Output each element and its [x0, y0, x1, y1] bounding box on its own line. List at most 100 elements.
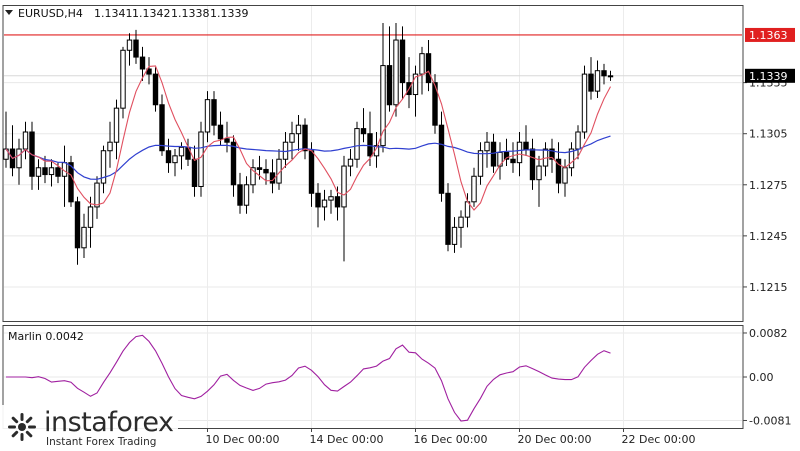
- candle-body: [126, 39, 133, 51]
- candle-body: [594, 70, 601, 92]
- candle-body: [386, 65, 393, 106]
- indicator-axis: 0.0082 0.00 -0.0081: [743, 327, 791, 427]
- candle: [198, 121, 204, 197]
- indicator-tick-label: -0.0081: [749, 414, 791, 427]
- candle-body: [211, 99, 217, 126]
- instaforex-logo-icon: [8, 413, 36, 441]
- candle-body: [16, 148, 22, 169]
- candle-body: [399, 39, 406, 84]
- candle-body: [354, 128, 360, 160]
- price-chart[interactable]: 1.12151.12451.12751.13051.1335 0.00820.0…: [0, 0, 800, 451]
- candle-body: [230, 141, 237, 186]
- candle-body: [425, 53, 432, 84]
- indicator-tick-label: 0.0082: [749, 327, 788, 340]
- candle-body: [393, 39, 399, 106]
- candle-body: [35, 167, 42, 177]
- candle-body: [191, 158, 198, 187]
- candle: [581, 65, 588, 139]
- candle-body: [516, 141, 523, 164]
- time-tick-label: 20 Dec 00:00: [518, 433, 592, 446]
- main-chart-frame: [2, 5, 744, 322]
- price-tick-label: 1.1245: [749, 230, 788, 243]
- candle-body: [42, 167, 48, 176]
- candle-body: [289, 133, 295, 143]
- candle-body: [471, 175, 477, 203]
- candle-body: [94, 182, 100, 208]
- price-axis: 1.12151.12451.12751.13051.1335: [743, 77, 788, 294]
- candle: [152, 67, 159, 112]
- candle-body: [120, 49, 126, 109]
- candle-body: [113, 107, 120, 143]
- current-price-label: 1.1339: [749, 70, 788, 83]
- candle-body: [367, 133, 373, 157]
- candle-body: [445, 192, 451, 245]
- candle-body: [601, 70, 607, 77]
- candle-body: [55, 167, 61, 177]
- ohlc-low: 1.1338: [171, 7, 210, 20]
- indicator-title: Marlin 0.0042: [8, 330, 84, 343]
- candle-body: [328, 196, 334, 201]
- ohlc-open: 1.1341: [94, 7, 133, 20]
- candle-body: [334, 196, 341, 208]
- candle-body: [380, 65, 386, 147]
- time-tick-label: 10 Dec 00:00: [206, 433, 280, 446]
- time-tick-label: 16 Dec 00:00: [414, 433, 488, 446]
- candle-body: [321, 199, 328, 208]
- candle-body: [510, 158, 516, 164]
- candle-body: [256, 167, 263, 170]
- resistance-price-label: 1.1363: [749, 29, 788, 42]
- brand-name: instaforex: [44, 407, 174, 438]
- candle-body: [133, 39, 139, 58]
- ohlc-close: 1.1339: [210, 7, 249, 20]
- time-axis: 10 Dec 00:00 14 Dec 00:00 16 Dec 00:00 20 D…: [206, 428, 696, 446]
- candle-body: [302, 124, 308, 152]
- candle: [68, 155, 74, 207]
- candle-body: [308, 150, 315, 194]
- candle-body: [451, 226, 458, 245]
- candle-body: [178, 146, 185, 157]
- candle-body: [419, 53, 425, 75]
- candle-body: [536, 165, 542, 181]
- candle-body: [165, 150, 172, 164]
- candle-body: [107, 141, 113, 152]
- candle-body: [360, 128, 367, 135]
- candle-body: [198, 131, 204, 187]
- candle-body: [341, 165, 347, 208]
- candle-body: [295, 124, 302, 135]
- candle-body: [575, 131, 581, 150]
- candle-body: [523, 141, 529, 150]
- candle-body: [347, 158, 354, 167]
- ohlc-high: 1.1342: [132, 7, 171, 20]
- time-tick-label: 22 Dec 00:00: [622, 433, 696, 446]
- candle-body: [490, 141, 497, 167]
- candle-body: [438, 124, 445, 194]
- candle-body: [588, 73, 594, 92]
- candle-body: [581, 73, 588, 133]
- candle-body: [315, 192, 321, 208]
- candle-body: [204, 99, 211, 133]
- candle-body: [484, 141, 490, 152]
- price-tick-label: 1.1275: [749, 179, 788, 192]
- candle: [438, 111, 445, 202]
- price-tick-label: 1.1305: [749, 128, 788, 141]
- candle-body: [458, 216, 464, 228]
- candle: [120, 46, 126, 119]
- candle-body: [48, 167, 55, 176]
- candle-body: [22, 131, 29, 150]
- time-tick-label: 14 Dec 00:00: [310, 433, 384, 446]
- brand-tagline: Instant Forex Trading: [46, 436, 157, 448]
- candle-body: [237, 184, 243, 206]
- candle-body: [81, 226, 87, 249]
- symbol-label: EURUSD,H4: [18, 7, 83, 20]
- candle-body: [172, 155, 178, 164]
- candle-body: [243, 184, 250, 206]
- candle-body: [87, 206, 94, 228]
- candle-body: [68, 162, 74, 203]
- candle-body: [529, 148, 536, 181]
- candle-body: [263, 168, 269, 174]
- candle-body: [477, 150, 484, 177]
- price-tick-label: 1.1215: [749, 281, 788, 294]
- indicator-tick-label: 0.00: [749, 371, 774, 384]
- candle: [445, 183, 451, 252]
- candle-body: [139, 56, 146, 70]
